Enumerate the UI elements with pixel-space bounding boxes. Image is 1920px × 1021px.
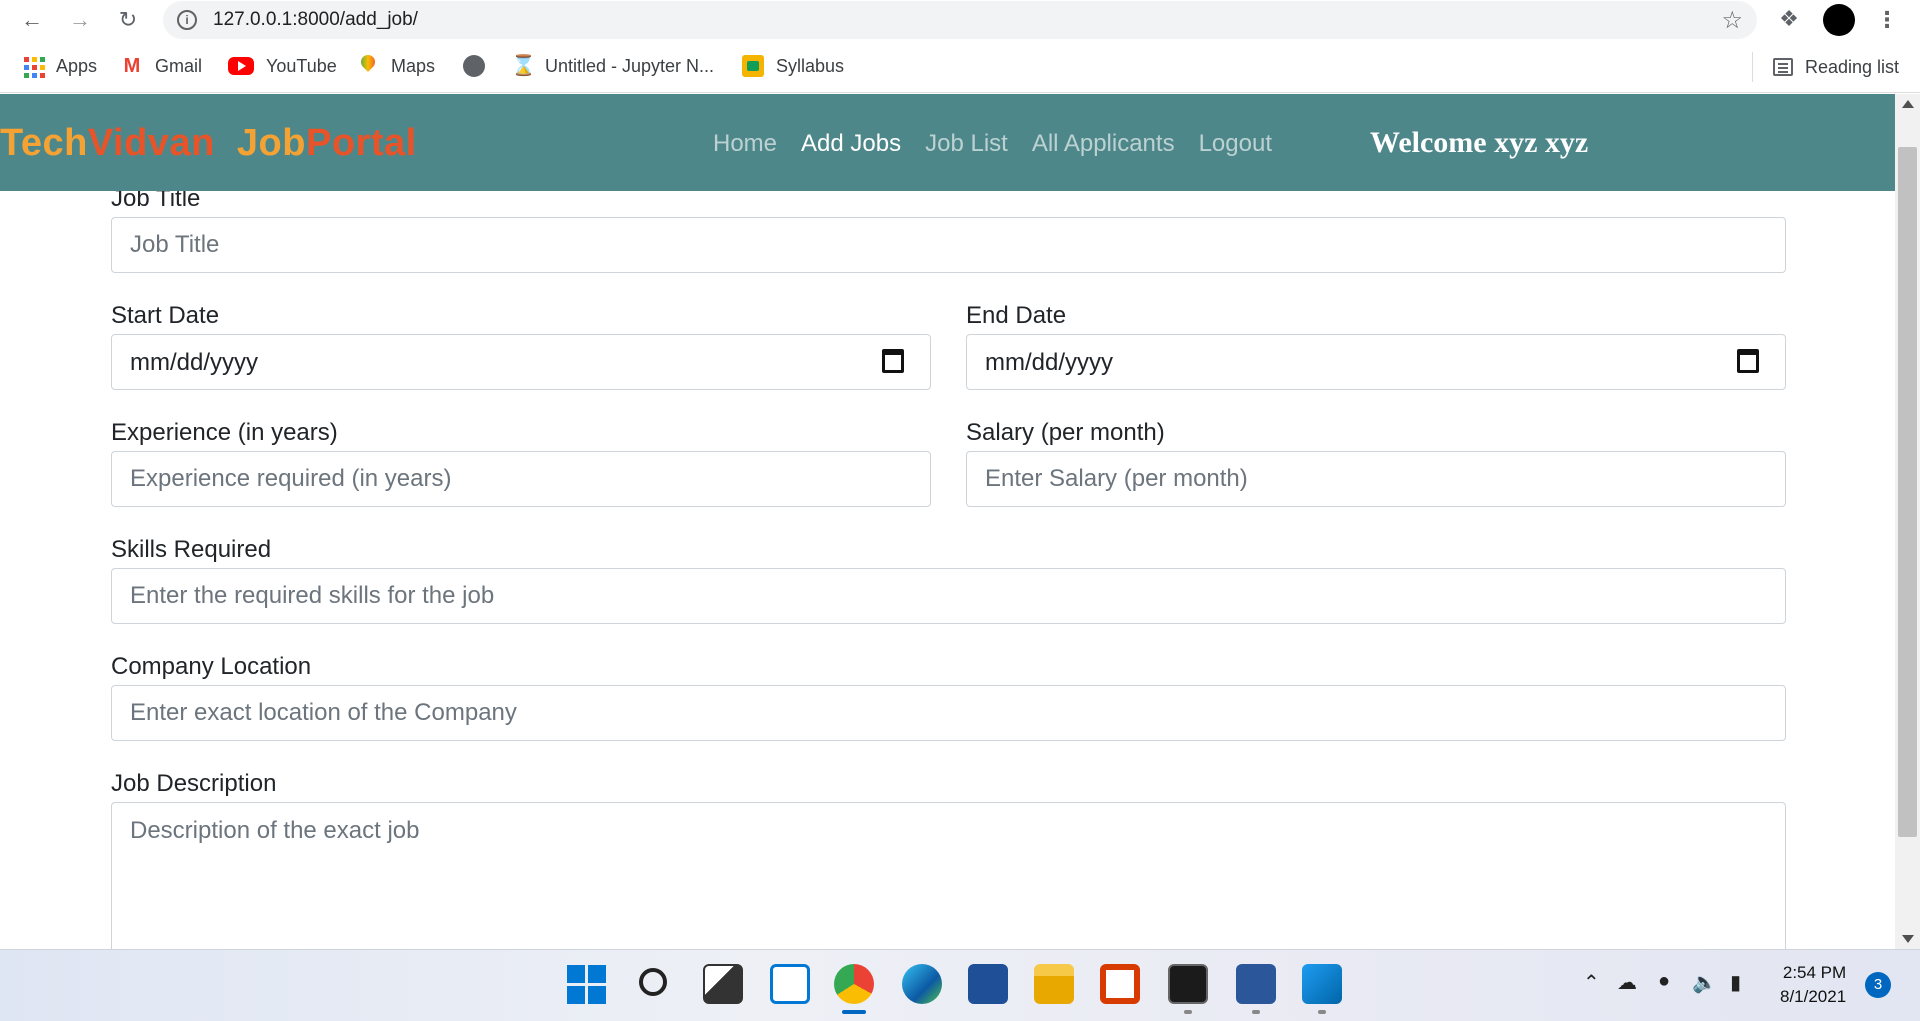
start-date-value: mm/dd/yyyy	[130, 349, 259, 376]
job-title-input[interactable]	[111, 217, 1786, 273]
vscode-icon[interactable]	[1302, 964, 1342, 1004]
clock-date: 8/1/2021	[1780, 987, 1847, 1006]
battery-icon[interactable]: ▮	[1730, 970, 1741, 995]
brand-part-2: Vidvan	[87, 122, 215, 164]
brand-logo[interactable]: TechVidvan JobPortal	[0, 122, 417, 165]
maps-pin-icon	[357, 55, 379, 77]
nav-job-list[interactable]: Job List	[925, 130, 1008, 158]
file-explorer-icon[interactable]	[1034, 964, 1074, 1004]
brand-part-3: Job	[236, 122, 306, 164]
bookmark-syllabus[interactable]: Syllabus	[742, 54, 844, 78]
notification-badge[interactable]: 3	[1865, 972, 1891, 998]
scroll-down-arrow-icon[interactable]	[1902, 935, 1914, 943]
onedrive-cloud-icon[interactable]: ☁	[1617, 970, 1637, 995]
location-input[interactable]	[111, 685, 1786, 741]
word-icon[interactable]	[1236, 964, 1276, 1004]
windows-start-icon[interactable]	[566, 964, 606, 1004]
profile-avatar[interactable]	[1823, 4, 1855, 36]
browser-menu-icon[interactable]: ⋮	[1876, 4, 1898, 36]
url-text[interactable]: 127.0.0.1:8000/add_job/	[213, 9, 418, 31]
running-indicator	[1184, 1010, 1192, 1014]
clock-time: 2:54 PM	[1782, 963, 1847, 982]
bookmark-label: Syllabus	[776, 55, 845, 76]
bookmark-gmail[interactable]: M Gmail	[121, 54, 202, 78]
brand-part-4: Portal	[305, 122, 417, 164]
running-indicator	[1252, 1010, 1260, 1014]
calendar-icon[interactable]	[1737, 349, 1759, 373]
bookmark-apps[interactable]: Apps	[22, 54, 97, 78]
bookmark-globe[interactable]	[463, 54, 497, 78]
bookmark-youtube[interactable]: YouTube	[228, 54, 337, 78]
classroom-icon	[742, 55, 764, 77]
chrome-icon[interactable]	[834, 964, 874, 1004]
start-date-label: Start Date	[111, 302, 220, 329]
taskbar-clock[interactable]: 2:54 PM 8/1/2021	[1780, 961, 1846, 1009]
experience-input[interactable]	[111, 451, 931, 507]
bookmark-jupyter[interactable]: ⌛ Untitled - Jupyter N...	[511, 54, 714, 78]
reading-list-label: Reading list	[1805, 56, 1900, 77]
bookmark-label: Untitled - Jupyter N...	[545, 55, 715, 76]
nav-links: Home Add Jobs Job List All Applicants Lo…	[713, 130, 1296, 158]
youtube-icon	[228, 57, 254, 75]
description-label: Job Description	[111, 770, 277, 797]
widgets-icon[interactable]	[770, 964, 810, 1004]
skills-input[interactable]	[111, 568, 1786, 624]
extensions-puzzle-icon[interactable]: ❖	[1775, 6, 1803, 34]
reading-list-button[interactable]: Reading list	[1752, 52, 1899, 82]
salary-label: Salary (per month)	[966, 419, 1165, 446]
welcome-text: Welcome xyz xyz	[1370, 126, 1589, 159]
skills-label: Skills Required	[111, 536, 272, 563]
experience-label: Experience (in years)	[111, 419, 338, 446]
bookmarks-bar: Apps M Gmail YouTube Maps ⌛ Untitled - J…	[0, 40, 1920, 93]
description-textarea[interactable]	[111, 802, 1786, 949]
end-date-value: mm/dd/yyyy	[985, 349, 1114, 376]
nav-all-applicants[interactable]: All Applicants	[1032, 130, 1175, 158]
windows-taskbar: ⌃ ☁ ● 🔈 ▮ 2:54 PM 8/1/2021 3	[0, 949, 1920, 1021]
brand-part-1: Tech	[0, 122, 88, 164]
location-label: Company Location	[111, 653, 312, 680]
search-icon[interactable]	[639, 968, 667, 996]
gmail-icon: M	[123, 55, 141, 77]
browser-toolbar: ← → ↻ i 127.0.0.1:8000/add_job/ ☆ ❖ ⋮	[0, 0, 1920, 40]
chrome-active-indicator	[842, 1010, 866, 1014]
back-icon[interactable]: ←	[16, 4, 48, 36]
address-bar[interactable]: i 127.0.0.1:8000/add_job/ ☆	[163, 1, 1757, 39]
page-viewport: Job Title Start Date mm/dd/yyyy End Date…	[0, 94, 1920, 949]
site-info-icon[interactable]: i	[177, 10, 197, 30]
page-scrollbar[interactable]	[1895, 94, 1920, 949]
volume-icon[interactable]: 🔈	[1692, 970, 1717, 995]
end-date-label: End Date	[966, 302, 1067, 329]
bookmark-maps[interactable]: Maps	[357, 54, 435, 78]
store-icon[interactable]	[968, 964, 1008, 1004]
bookmark-label: YouTube	[266, 55, 337, 76]
reading-list-icon	[1773, 58, 1793, 76]
edge-icon[interactable]	[902, 964, 942, 1004]
bookmark-star-icon[interactable]: ☆	[1721, 6, 1743, 35]
salary-input[interactable]	[966, 451, 1786, 507]
hourglass-icon: ⌛	[511, 55, 536, 77]
tray-chevron-icon[interactable]: ⌃	[1583, 970, 1600, 995]
nav-home[interactable]: Home	[713, 130, 777, 158]
task-view-icon[interactable]	[703, 964, 743, 1004]
wifi-icon[interactable]: ●	[1658, 970, 1670, 993]
end-date-input[interactable]: mm/dd/yyyy	[966, 334, 1786, 390]
nav-add-jobs[interactable]: Add Jobs	[801, 130, 901, 158]
nav-logout[interactable]: Logout	[1199, 130, 1272, 158]
bookmark-label: Apps	[56, 55, 98, 76]
forward-icon[interactable]: →	[64, 4, 96, 36]
office-icon[interactable]	[1100, 964, 1140, 1004]
start-date-input[interactable]: mm/dd/yyyy	[111, 334, 931, 390]
bookmark-label: Gmail	[155, 55, 203, 76]
scroll-thumb[interactable]	[1898, 147, 1917, 837]
apps-grid-icon	[22, 55, 45, 78]
reload-icon[interactable]: ↻	[112, 4, 144, 36]
globe-icon	[463, 55, 485, 77]
calendar-icon[interactable]	[882, 349, 904, 373]
site-navbar: TechVidvan JobPortal Home Add Jobs Job L…	[0, 94, 1895, 191]
bookmark-label: Maps	[391, 55, 436, 76]
running-indicator	[1318, 1010, 1326, 1014]
terminal-icon[interactable]	[1168, 964, 1208, 1004]
scroll-up-arrow-icon[interactable]	[1902, 100, 1914, 108]
